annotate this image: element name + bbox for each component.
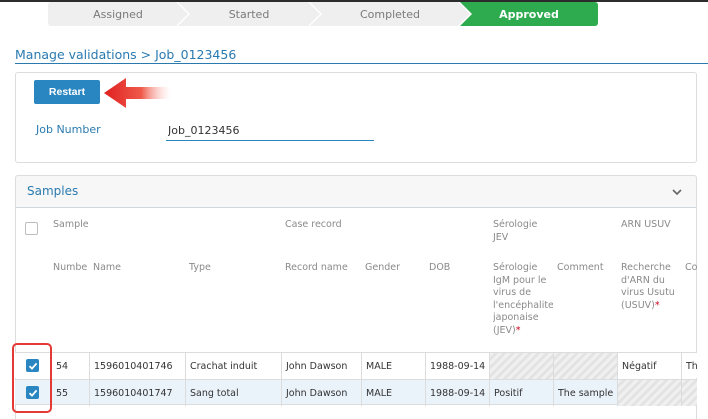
breadcrumb-divider bbox=[15, 63, 708, 64]
step-completed: Completed bbox=[310, 2, 470, 26]
required-asterisk: * bbox=[515, 324, 521, 336]
cell-comment[interactable] bbox=[553, 353, 617, 379]
cell-number: 54 bbox=[51, 353, 91, 379]
cell-co: Th bbox=[681, 353, 697, 379]
breadcrumb[interactable]: Manage validations > Job_0123456 bbox=[15, 47, 236, 62]
cell-number: 55 bbox=[51, 380, 91, 406]
column-header-comment[interactable]: Comment bbox=[557, 262, 604, 275]
cell-gender: MALE bbox=[361, 380, 425, 406]
cell-record-name: John Dawson bbox=[281, 353, 361, 379]
group-header-arn-usuv: ARN USUV bbox=[621, 219, 671, 230]
column-header-co[interactable]: Co bbox=[685, 262, 697, 275]
column-header-serologie-igm[interactable]: Sérologie IgM pour le virus de l'encépha… bbox=[493, 262, 553, 337]
chevron-down-icon[interactable] bbox=[671, 186, 683, 198]
column-header-number[interactable]: Numbe bbox=[53, 262, 87, 275]
group-header-serologie-jev: Sérologie JEV bbox=[493, 219, 538, 243]
column-header-type[interactable]: Type bbox=[189, 262, 211, 275]
step-assigned: Assigned bbox=[48, 2, 188, 26]
cell-co bbox=[681, 380, 697, 406]
column-header-record-name[interactable]: Record name bbox=[285, 262, 348, 275]
cell-record-name: John Dawson bbox=[281, 380, 361, 406]
cell-type: Sang total bbox=[185, 380, 281, 406]
cell-name: 1596010401747 bbox=[89, 380, 185, 406]
checkbox-highlight-annotation bbox=[12, 343, 52, 413]
cell-recherche[interactable] bbox=[617, 380, 681, 406]
step-approved: Approved bbox=[460, 2, 598, 26]
table-row[interactable]: 55 1596010401747 Sang total John Dawson … bbox=[15, 379, 697, 406]
column-header-recherche-usuv[interactable]: Recherche d'ARN du virus Usutu (USUV)* bbox=[621, 262, 679, 312]
cell-comment[interactable]: The sample bbox=[553, 380, 617, 406]
column-header-gender[interactable]: Gender bbox=[365, 262, 400, 275]
required-asterisk: * bbox=[654, 299, 660, 311]
step-started: Started bbox=[178, 2, 320, 26]
column-header-dob[interactable]: DOB bbox=[429, 262, 450, 275]
cell-type: Crachat induit bbox=[185, 353, 281, 379]
samples-panel-header[interactable] bbox=[15, 175, 697, 208]
table-row[interactable]: 54 1596010401746 Crachat induit John Daw… bbox=[15, 352, 697, 379]
cell-dob: 1988-09-14 bbox=[425, 353, 489, 379]
workflow-stepper: Assigned Started Completed Approved bbox=[48, 2, 598, 26]
group-header-sample: Sample bbox=[53, 219, 89, 230]
red-arrow-icon bbox=[104, 78, 172, 108]
restart-button[interactable]: Restart bbox=[34, 80, 100, 104]
select-all-checkbox[interactable] bbox=[25, 222, 38, 235]
group-header-case-record: Case record bbox=[285, 219, 342, 230]
cell-serologie[interactable]: Positif bbox=[489, 380, 553, 406]
cell-recherche[interactable]: Négatif bbox=[617, 353, 681, 379]
cell-dob: 1988-09-14 bbox=[425, 380, 489, 406]
cell-name: 1596010401746 bbox=[89, 353, 185, 379]
column-header-name[interactable]: Name bbox=[93, 262, 121, 275]
cell-gender: MALE bbox=[361, 353, 425, 379]
cell-serologie[interactable] bbox=[489, 353, 553, 379]
scrollbar-track[interactable] bbox=[697, 208, 708, 419]
job-number-input[interactable] bbox=[166, 120, 374, 141]
job-number-label: Job Number bbox=[36, 123, 101, 136]
samples-title: Samples bbox=[27, 184, 79, 198]
